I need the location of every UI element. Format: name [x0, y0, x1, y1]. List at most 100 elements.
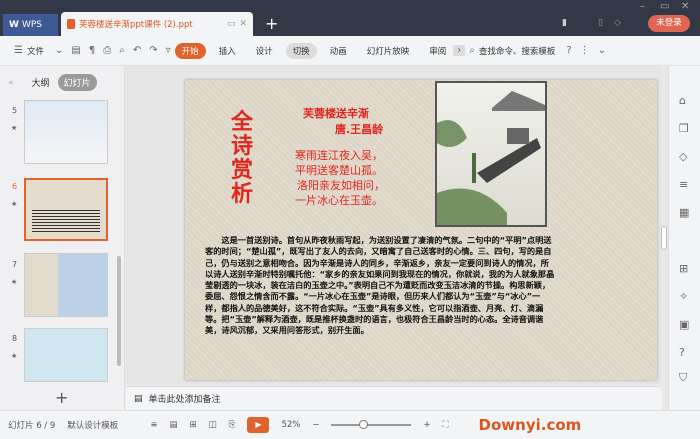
slide-thumbnail-5[interactable] — [24, 100, 108, 164]
layout-icon[interactable]: ▮ — [562, 18, 567, 28]
more-icon[interactable]: ▿ — [162, 45, 175, 56]
undo-icon[interactable]: ↶ — [129, 45, 145, 56]
fit-window-icon[interactable]: ⛶ — [443, 420, 449, 430]
normal-view-icon[interactable]: ▤ — [169, 420, 177, 430]
status-bar: 幻灯片 6 / 9 默认设计模板 ≡ ▤ ⊞ ◫ ⎘ ▶ 52% − + ⛶ D… — [0, 410, 700, 439]
notes-area[interactable]: ▤ 单击此处添加备注 — [126, 386, 662, 410]
slide-6[interactable]: 全诗赏析 芙蓉楼送辛渐 唐.王昌龄 寒雨连江夜入吴， 平明送客楚山孤。 洛阳亲友… — [185, 80, 657, 380]
sorter-view-icon[interactable]: ⊞ — [189, 420, 196, 430]
close-tab-icon[interactable]: ✕ — [239, 19, 247, 29]
file-menu[interactable]: 文件 — [27, 43, 51, 59]
star-icon: ★ — [11, 352, 18, 360]
window-icon[interactable]: ▭ — [227, 19, 236, 29]
new-tab-button[interactable]: + — [265, 14, 278, 33]
ink-painting-image — [435, 81, 547, 227]
copy-icon[interactable]: ❐ — [679, 122, 689, 135]
table-icon[interactable]: ▦ — [679, 206, 689, 219]
star-icon: ★ — [11, 278, 18, 286]
tab-home[interactable]: 开始 — [174, 42, 206, 59]
slide-thumbnail-8[interactable] — [24, 328, 108, 382]
login-button[interactable]: 未登录 — [648, 15, 690, 32]
tab-animation[interactable]: 动画 — [323, 43, 354, 59]
presenter-icon[interactable]: ⎘ — [229, 420, 236, 430]
zoom-slider[interactable] — [331, 420, 412, 429]
notes-toggle-icon[interactable]: ≡ — [150, 420, 157, 430]
tab-transition[interactable]: 切换 — [285, 42, 317, 59]
minimize-icon[interactable]: – — [640, 1, 645, 12]
watermark: Downyi.com — [478, 416, 582, 434]
slide-counter: 幻灯片 6 / 9 — [8, 421, 56, 431]
slide-thumbnail-6[interactable] — [24, 178, 108, 241]
skin-icon[interactable]: ◇ — [614, 18, 621, 28]
print-icon[interactable]: ⎙ — [99, 45, 115, 56]
format-painter-icon[interactable]: ¶ — [85, 45, 99, 56]
add-slide-button[interactable]: + — [55, 388, 68, 407]
wps-home-tab[interactable]: W WPS — [3, 14, 58, 36]
shape-icon[interactable]: ◇ — [679, 150, 687, 163]
search-icon[interactable]: ⌕ — [465, 45, 479, 56]
play-slideshow-button[interactable]: ▶ — [247, 417, 270, 433]
right-sidebar: ⌂ ❐ ◇ ≡ ▦ ⊞ ✧ ▣ ? ⛉ — [661, 66, 700, 410]
poem-author: 唐.王昌龄 — [335, 123, 384, 136]
poem-line: 洛阳亲友如相问， — [297, 179, 385, 192]
canvas-scrollbar[interactable] — [661, 226, 667, 250]
poem-line: 寒雨连江夜入吴， — [295, 149, 383, 162]
tab-design[interactable]: 设计 — [249, 43, 280, 59]
tab-slides[interactable]: 幻灯片 — [57, 74, 97, 91]
menu-icon[interactable]: ☰ — [10, 45, 27, 56]
zoom-in-icon[interactable]: + — [423, 420, 430, 430]
animation-icon[interactable]: ✧ — [679, 290, 688, 303]
collapse-panel-icon[interactable]: « — [8, 78, 14, 88]
notes-placeholder: 单击此处添加备注 — [148, 395, 221, 405]
slide-panel: « 大纲 幻灯片 5 ★ 6 ★ 7 ★ 8 ★ + — [0, 66, 125, 410]
notes-icon: ▤ — [134, 393, 143, 404]
slide-number: 6 — [12, 182, 18, 191]
settings-icon[interactable]: ≡ — [679, 178, 688, 191]
image-icon[interactable]: ▣ — [679, 318, 689, 331]
poem-line: 平明送客楚山孤。 — [295, 164, 383, 177]
wps-logo-icon: W — [9, 20, 19, 30]
panel-scrollbar[interactable] — [117, 256, 121, 366]
redo-icon[interactable]: ↷ — [145, 45, 161, 56]
file-icon[interactable]: ▯ — [598, 18, 603, 28]
analysis-text: 这是一首送别诗。首句从昨夜秋雨写起，为送别设置了凄清的气氛。二句中的“平明”点明… — [205, 235, 555, 336]
poem-title: 芙蓉楼送辛渐 — [303, 107, 369, 120]
help-panel-icon[interactable]: ? — [679, 346, 685, 359]
more-options-icon[interactable]: ⋮ — [576, 45, 594, 56]
tab-slideshow[interactable]: 幻灯片放映 — [360, 43, 417, 59]
ribbon-toolbar: ☰ 文件 ⌄ ▤ ¶ ⎙ ⌕ ↶ ↷ ▿ 开始 插入 设计 切换 动画 幻灯片放映 审阅 › ⌕… — [0, 36, 700, 66]
star-icon: ★ — [11, 200, 18, 208]
star-icon: ★ — [11, 124, 18, 132]
title-bar: W WPS 芙蓉楼送辛渐ppt课件 (2).ppt ▭ ✕ + – ▭ ✕ ▮ ▯ ◇… — [0, 0, 700, 36]
search-commands[interactable]: 查找命令、搜索模板 — [479, 43, 563, 59]
wps-label: WPS — [21, 20, 42, 30]
security-icon[interactable]: ⛉ — [679, 371, 687, 385]
print-preview-icon[interactable]: ⌕ — [115, 45, 129, 56]
document-tab[interactable]: 芙蓉楼送辛渐ppt课件 (2).ppt ▭ ✕ — [61, 12, 253, 36]
poem-text: 寒雨连江夜入吴， 平明送客楚山孤。 洛阳亲友如相问， 一片冰心在玉壶。 — [295, 148, 385, 208]
style-icon[interactable]: ⌂ — [679, 94, 686, 107]
zoom-level[interactable]: 52% — [281, 420, 300, 430]
poem-line: 一片冰心在玉壶。 — [295, 194, 383, 207]
slide-thumbnail-7[interactable] — [24, 253, 108, 317]
transition-icon[interactable]: ⊞ — [679, 262, 688, 275]
collapse-ribbon-icon[interactable]: ⌄ — [594, 45, 610, 56]
zoom-out-icon[interactable]: − — [312, 420, 319, 430]
slide-number: 5 — [12, 106, 18, 115]
help-icon[interactable]: ? — [562, 45, 575, 56]
template-name: 默认设计模板 — [67, 421, 119, 431]
reading-view-icon[interactable]: ◫ — [209, 420, 217, 430]
zoom-slider-handle[interactable] — [359, 420, 369, 429]
document-tab-label: 芙蓉楼送辛渐ppt课件 (2).ppt — [79, 20, 193, 30]
scroll-right-icon[interactable]: › — [453, 45, 466, 56]
vertical-title: 全诗赏析 — [231, 109, 254, 207]
slide-number: 7 — [12, 260, 18, 269]
ppt-file-icon — [67, 19, 75, 29]
tab-review[interactable]: 审阅 — [422, 43, 453, 59]
maximize-icon[interactable]: ▭ — [660, 1, 669, 12]
tab-outline[interactable]: 大纲 — [32, 76, 50, 89]
chevron-down-icon[interactable]: ⌄ — [51, 45, 67, 56]
close-window-icon[interactable]: ✕ — [681, 1, 689, 12]
tab-insert[interactable]: 插入 — [212, 43, 243, 59]
save-icon[interactable]: ▤ — [67, 45, 84, 56]
